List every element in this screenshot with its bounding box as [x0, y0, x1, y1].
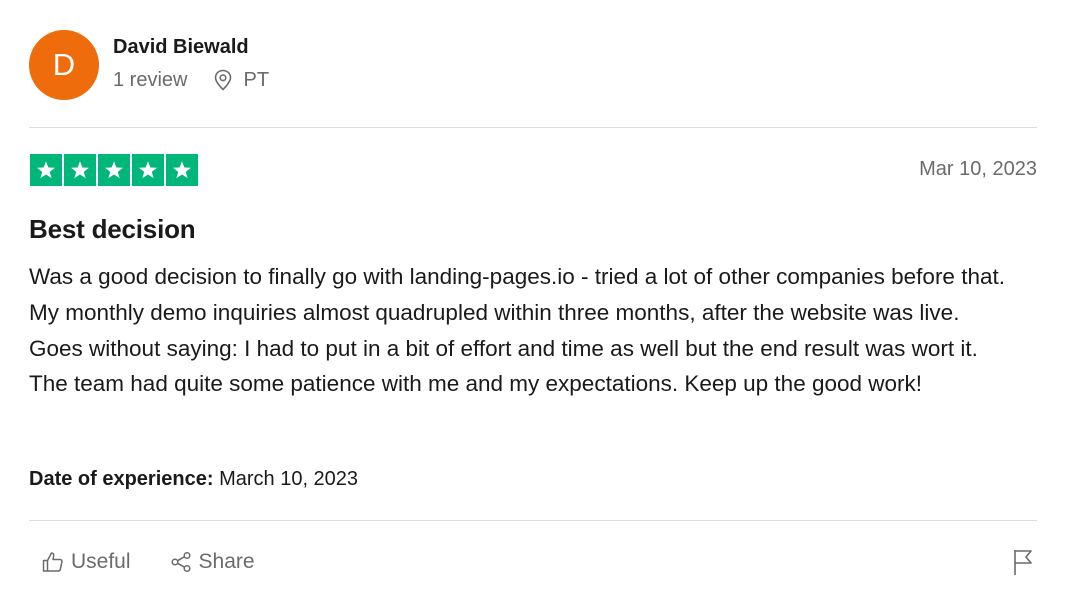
location-pin-icon: [215, 69, 232, 91]
share-button[interactable]: Share: [169, 550, 255, 574]
share-icon: [170, 551, 191, 573]
thumbs-up-icon: [42, 552, 63, 572]
star-icon: [166, 154, 198, 186]
star-icon: [64, 154, 96, 186]
review-body: Was a good decision to finally go with l…: [29, 264, 1005, 397]
reviewer-header: D David Biewald 1 review PT: [29, 30, 1037, 102]
footer-divider: [29, 520, 1037, 521]
star-icon: [98, 154, 130, 186]
share-label: Share: [198, 550, 255, 573]
star-rating: [30, 154, 198, 186]
reviewer-location: PT: [213, 68, 269, 92]
useful-label: Useful: [71, 550, 131, 573]
avatar[interactable]: D: [29, 30, 99, 100]
review-card: D David Biewald 1 review PT Mar 10, 2023…: [29, 0, 1037, 590]
review-date: Mar 10, 2023: [919, 158, 1037, 180]
reviewer-details: 1 review PT: [113, 68, 269, 92]
star-icon: [132, 154, 164, 186]
experience-date: March 10, 2023: [219, 468, 359, 490]
reviewer-name[interactable]: David Biewald: [113, 35, 269, 59]
review-actions: Useful Share: [41, 550, 293, 574]
experience-label: Date of experience:: [29, 468, 214, 490]
date-of-experience: Date of experience: March 10, 2023: [29, 467, 358, 491]
reviewer-meta: David Biewald 1 review PT: [113, 30, 269, 92]
report-button[interactable]: [1011, 548, 1035, 581]
star-icon: [30, 154, 62, 186]
review-title[interactable]: Best decision: [29, 213, 196, 245]
review-count: 1 review: [113, 69, 188, 91]
avatar-initial: D: [52, 47, 76, 82]
useful-button[interactable]: Useful: [41, 550, 131, 574]
location-code: PT: [243, 69, 270, 91]
flag-icon: [1014, 550, 1032, 575]
header-divider: [29, 127, 1037, 128]
